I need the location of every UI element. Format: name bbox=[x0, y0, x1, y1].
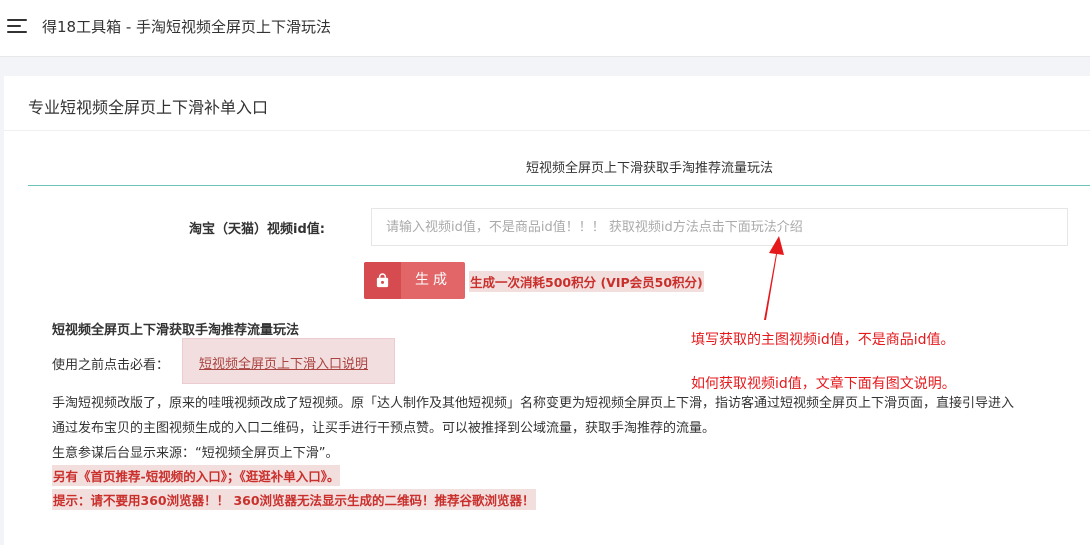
card-title: 专业短视频全屏页上下滑补单入口 bbox=[28, 98, 269, 117]
video-id-label: 淘宝（天猫）视频id值: bbox=[189, 222, 325, 237]
card-header: 专业短视频全屏页上下滑补单入口 bbox=[4, 76, 1090, 131]
description-line: 手淘短视频改版了，原来的哇哦视频改成了短视频。原「达人制作及其他短视频」名称变更… bbox=[52, 396, 1015, 411]
warning-entry-links: 另有《首页推荐-短视频的入口》；《逛逛补单入口》。 bbox=[52, 465, 341, 486]
warning-browser: 提示：请不要用360浏览器！！ 360浏览器无法显示生成的二维码！推荐谷歌浏览器… bbox=[52, 489, 536, 510]
top-bar: 得18工具箱 - 手淘短视频全屏页上下滑玩法 bbox=[0, 0, 1090, 57]
description-line: 通过发布宝贝的主图视频生成的入口二维码，让买手进行干预点赞。可以被推择到公域流量… bbox=[52, 421, 716, 436]
description-line: 生意参谋后台显示来源：“短视频全屏页上下滑”。 bbox=[52, 446, 339, 461]
shopping-bag-icon bbox=[376, 273, 389, 288]
generate-label: 生成 bbox=[415, 272, 451, 288]
doc-link[interactable]: 短视频全屏页上下滑入口说明 bbox=[199, 353, 368, 372]
video-id-input[interactable] bbox=[371, 208, 1068, 246]
tab-underline bbox=[28, 185, 1090, 186]
generate-icon-box bbox=[364, 262, 401, 299]
annotation-line-2: 如何获取视频id值，文章下面有图文说明。 bbox=[691, 376, 956, 392]
page-title: 得18工具箱 - 手淘短视频全屏页上下滑玩法 bbox=[42, 18, 332, 36]
main-card: 专业短视频全屏页上下滑补单入口 短视频全屏页上下滑获取手淘推荐流量玩法 淘宝（天… bbox=[4, 76, 1090, 545]
menu-icon[interactable] bbox=[7, 17, 29, 35]
tab-short-video[interactable]: 短视频全屏页上下滑获取手淘推荐流量玩法 bbox=[526, 157, 773, 176]
doc-link-box: 短视频全屏页上下滑入口说明 bbox=[182, 338, 395, 384]
cost-note: 生成一次消耗500积分 (VIP会员50积分) bbox=[469, 271, 704, 292]
guide-title: 短视频全屏页上下滑获取手淘推荐流量玩法 bbox=[52, 323, 300, 338]
annotation-line-1: 填写获取的主图视频id值，不是商品id值。 bbox=[691, 332, 955, 348]
generate-button[interactable]: 生成 bbox=[364, 262, 465, 299]
before-use-label: 使用之前点击必看： bbox=[52, 358, 170, 373]
